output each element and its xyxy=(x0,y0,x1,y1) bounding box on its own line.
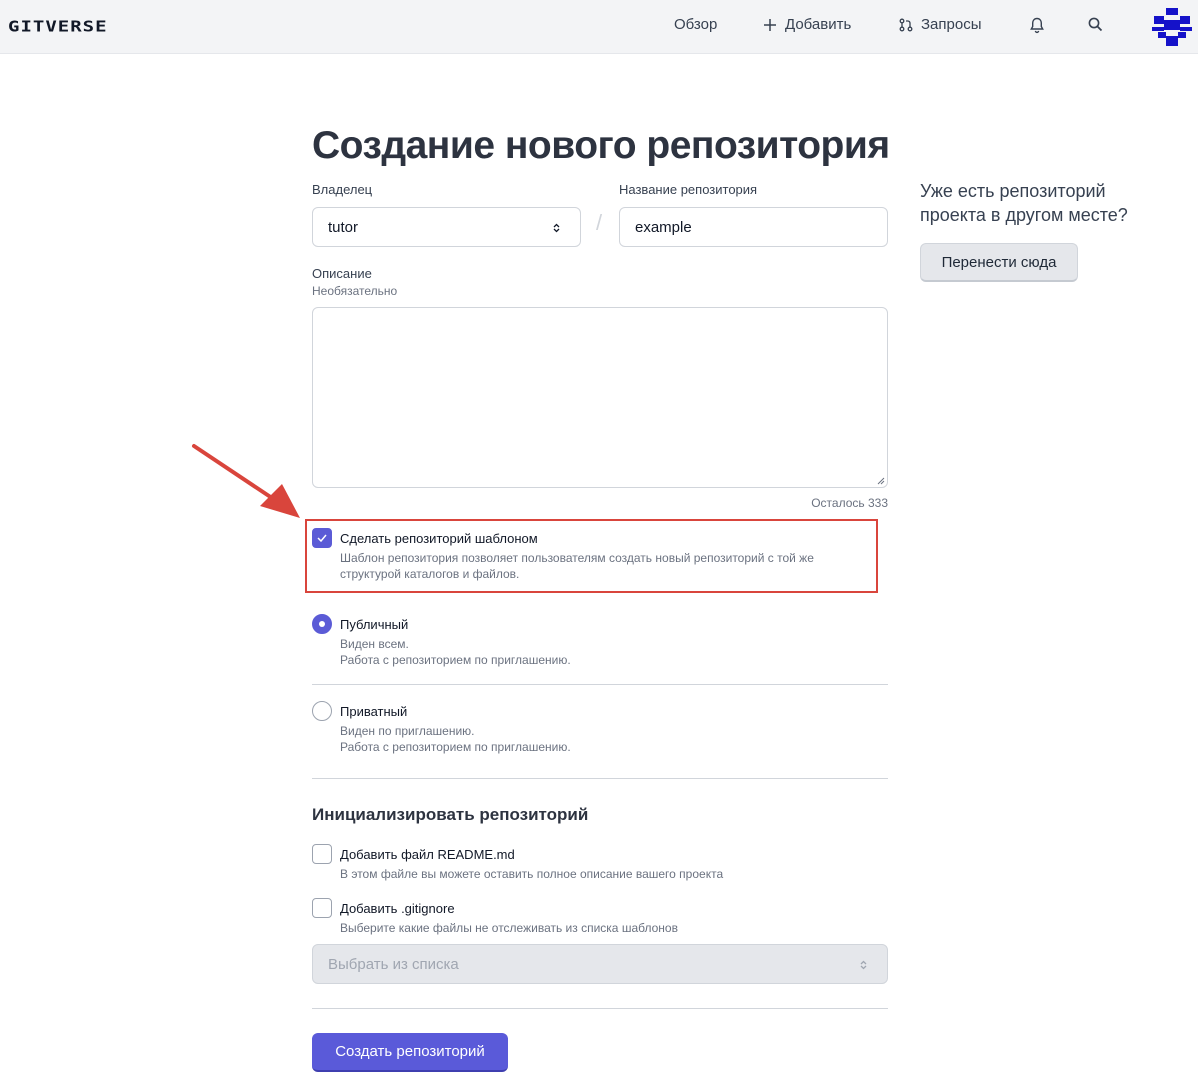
migrate-question-line2: проекта в другом месте? xyxy=(920,205,1128,225)
migrate-button-label: Перенести сюда xyxy=(941,253,1057,271)
divider xyxy=(312,684,888,685)
nav-requests-label: Запросы xyxy=(921,16,982,33)
template-checkbox[interactable] xyxy=(312,528,332,548)
divider xyxy=(312,778,888,779)
gitverse-logo[interactable]: GITVERSE xyxy=(8,18,108,35)
nav-requests[interactable]: Запросы xyxy=(899,16,982,33)
visibility-private-desc2: Работа с репозиторием по приглашению. xyxy=(340,740,571,754)
migrate-button[interactable]: Перенести сюда xyxy=(920,243,1078,282)
visibility-private-label[interactable]: Приватный xyxy=(340,704,407,719)
top-navigation-bar: GITVERSE Обзор Добавить Запросы xyxy=(0,0,1198,54)
gitignore-checkbox-label[interactable]: Добавить .gitignore xyxy=(340,901,455,916)
template-description-line2: структурой каталогов и файлов. xyxy=(340,567,520,581)
repo-name-input[interactable]: example xyxy=(619,207,888,247)
search-icon[interactable] xyxy=(1088,17,1103,32)
readme-checkbox[interactable] xyxy=(312,844,332,864)
gitignore-select-placeholder: Выбрать из списка xyxy=(328,955,459,973)
gitignore-description: Выберите какие файлы не отслеживать из с… xyxy=(340,921,678,935)
template-checkbox-label[interactable]: Сделать репозиторий шаблоном xyxy=(340,531,538,546)
select-chevrons-icon xyxy=(553,223,560,233)
select-chevrons-icon xyxy=(860,960,867,970)
create-repository-button[interactable]: Создать репозиторий xyxy=(312,1033,508,1072)
readme-description: В этом файле вы можете оставить полное о… xyxy=(340,867,724,881)
init-section-title: Инициализировать репозиторий xyxy=(312,805,589,824)
template-description-line1: Шаблон репозитория позволяет пользовател… xyxy=(340,551,814,565)
repo-name-label: Название репозитория xyxy=(619,182,758,197)
visibility-public-radio[interactable] xyxy=(312,614,332,634)
migrate-question: Уже есть репозиторий проекта в другом ме… xyxy=(920,179,1128,227)
chars-left-counter: Осталось 333 xyxy=(811,496,888,510)
bell-icon[interactable] xyxy=(1030,17,1044,34)
pull-request-icon xyxy=(899,18,913,31)
visibility-public-label[interactable]: Публичный xyxy=(340,617,408,632)
nav-overview-label: Обзор xyxy=(674,16,718,33)
check-icon xyxy=(317,534,327,542)
visibility-public-desc2: Работа с репозиторием по приглашению. xyxy=(340,653,571,667)
migrate-question-line1: Уже есть репозиторий xyxy=(920,181,1106,201)
owner-repo-separator: / xyxy=(596,210,603,235)
nav-add[interactable]: Добавить xyxy=(763,16,851,33)
plus-icon xyxy=(764,18,776,31)
description-label: Описание xyxy=(312,266,372,281)
create-repository-button-label: Создать репозиторий xyxy=(335,1043,485,1060)
nav-overview[interactable]: Обзор xyxy=(674,16,717,33)
readme-checkbox-label[interactable]: Добавить файл README.md xyxy=(340,847,515,862)
owner-select[interactable]: tutor xyxy=(312,207,581,247)
avatar[interactable] xyxy=(1150,6,1194,48)
description-optional-hint: Необязательно xyxy=(312,284,398,298)
gitignore-template-select: Выбрать из списка xyxy=(312,944,888,984)
repo-name-value: example xyxy=(635,218,692,236)
nav-add-label: Добавить xyxy=(785,16,852,33)
visibility-private-desc1: Виден по приглашению. xyxy=(340,724,475,738)
resize-handle-icon[interactable] xyxy=(877,477,885,485)
gitignore-checkbox[interactable] xyxy=(312,898,332,918)
divider xyxy=(312,1008,888,1009)
description-textarea[interactable] xyxy=(312,307,888,488)
visibility-private-radio[interactable] xyxy=(312,701,332,721)
page-title: Создание нового репозитория xyxy=(312,124,890,167)
owner-value: tutor xyxy=(328,218,359,236)
owner-label: Владелец xyxy=(312,182,373,197)
annotation-arrow xyxy=(192,444,300,518)
visibility-public-desc1: Виден всем. xyxy=(340,637,409,651)
